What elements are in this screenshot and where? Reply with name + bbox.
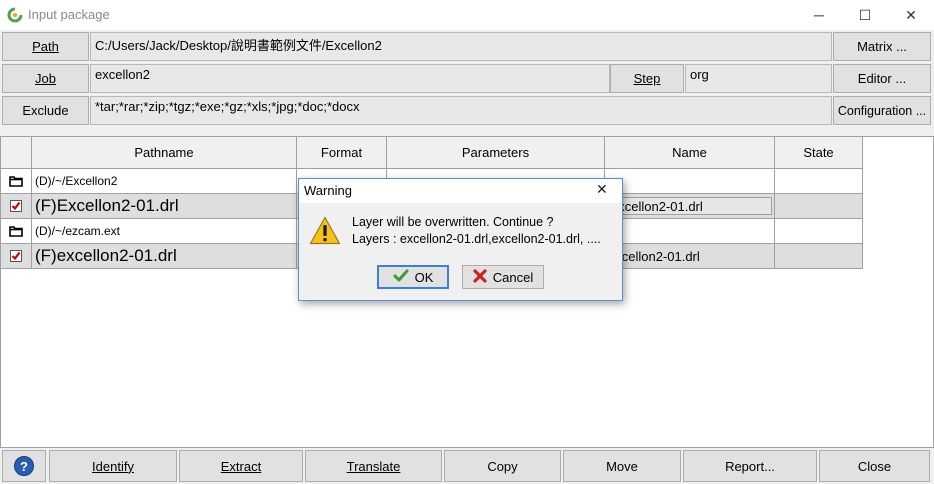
help-button[interactable]: ?: [2, 450, 46, 482]
maximize-button[interactable]: ☐: [842, 0, 888, 30]
dialog-message-line2: Layers : excellon2-01.drl,excellon2-01.d…: [352, 232, 601, 246]
copy-button[interactable]: Copy: [444, 450, 561, 482]
exclude-field[interactable]: *tar;*rar;*zip;*tgz;*exe;*gz;*xls;*jpg;*…: [90, 96, 832, 125]
check-icon: [393, 269, 409, 286]
window-title: Input package: [28, 7, 110, 22]
window-close-button[interactable]: ✕: [888, 0, 934, 30]
title-bar: Input package ─ ☐ ✕: [0, 0, 934, 30]
folder-icon: [1, 169, 32, 193]
step-button[interactable]: Step: [610, 64, 684, 93]
step-button-label: Step: [633, 71, 661, 86]
job-button-label: Job: [35, 71, 56, 86]
header-state[interactable]: State: [775, 137, 863, 169]
identify-button-label: Identify: [92, 458, 134, 474]
row-name: [605, 219, 775, 243]
row-state: [775, 219, 863, 243]
row-name: excellon2-01.drl: [605, 244, 775, 268]
path-button-label: Path: [32, 39, 59, 54]
row-name-field[interactable]: excellon2-01.drl: [608, 197, 772, 215]
extract-button[interactable]: Extract: [179, 450, 303, 482]
close-button[interactable]: Close: [819, 450, 930, 482]
header-format[interactable]: Format: [297, 137, 387, 169]
translate-button[interactable]: Translate: [305, 450, 442, 482]
dialog-title: Warning: [304, 183, 352, 198]
identify-button[interactable]: Identify: [49, 450, 177, 482]
folder-icon: [1, 219, 32, 243]
ok-button-label: OK: [414, 269, 434, 285]
row-pathname: (F)Excellon2-01.drl: [32, 194, 297, 218]
checkbox-icon[interactable]: [1, 194, 32, 218]
header-parameters[interactable]: Parameters: [387, 137, 605, 169]
extract-button-label: Extract: [220, 458, 262, 474]
checkbox-icon[interactable]: [1, 244, 32, 268]
move-button[interactable]: Move: [563, 450, 681, 482]
row-pathname: (D)/~/Excellon2: [32, 169, 297, 193]
job-button[interactable]: Job: [2, 64, 89, 93]
path-button[interactable]: Path: [2, 32, 89, 61]
warning-dialog: Warning ✕ Layer will be overwritten. Con…: [298, 178, 623, 301]
cancel-button[interactable]: Cancel: [462, 265, 544, 289]
header-pathname[interactable]: Pathname: [32, 137, 297, 169]
header-name[interactable]: Name: [605, 137, 775, 169]
exclude-button[interactable]: Exclude: [2, 96, 89, 125]
dialog-title-bar: Warning ✕: [299, 179, 622, 203]
row-pathname: (D)/~/ezcam.ext: [32, 219, 297, 243]
job-field[interactable]: excellon2: [90, 64, 610, 93]
help-icon: ?: [14, 456, 34, 476]
row-state: [775, 244, 863, 268]
minimize-button[interactable]: ─: [796, 0, 842, 30]
cancel-button-label: Cancel: [492, 269, 534, 285]
row-state: [775, 169, 863, 193]
dialog-close-icon[interactable]: ✕: [596, 181, 608, 198]
maximize-icon: ☐: [858, 6, 872, 23]
x-icon: [473, 268, 487, 286]
report-button[interactable]: Report...: [683, 450, 817, 482]
app-icon: [7, 7, 23, 23]
header-icon-column: [1, 137, 32, 169]
row-state: [775, 194, 863, 218]
dialog-message-line1: Layer will be overwritten. Continue ?: [352, 215, 554, 229]
matrix-button[interactable]: Matrix ...: [833, 32, 931, 61]
editor-button[interactable]: Editor ...: [833, 64, 931, 93]
step-field[interactable]: org: [685, 64, 832, 93]
configuration-button[interactable]: Configuration ...: [833, 96, 931, 125]
translate-button-label: Translate: [346, 458, 401, 474]
row-pathname: (F)excellon2-01.drl: [32, 244, 297, 268]
path-field[interactable]: C:/Users/Jack/Desktop/說明書範例文件/Excellon2: [90, 32, 832, 61]
ok-button[interactable]: OK: [377, 265, 449, 289]
row-name[interactable]: excellon2-01.drl: [605, 194, 775, 218]
minimize-icon: ─: [814, 7, 824, 23]
close-icon: ✕: [905, 6, 917, 23]
warning-icon: [309, 216, 341, 248]
row-name: [605, 169, 775, 193]
